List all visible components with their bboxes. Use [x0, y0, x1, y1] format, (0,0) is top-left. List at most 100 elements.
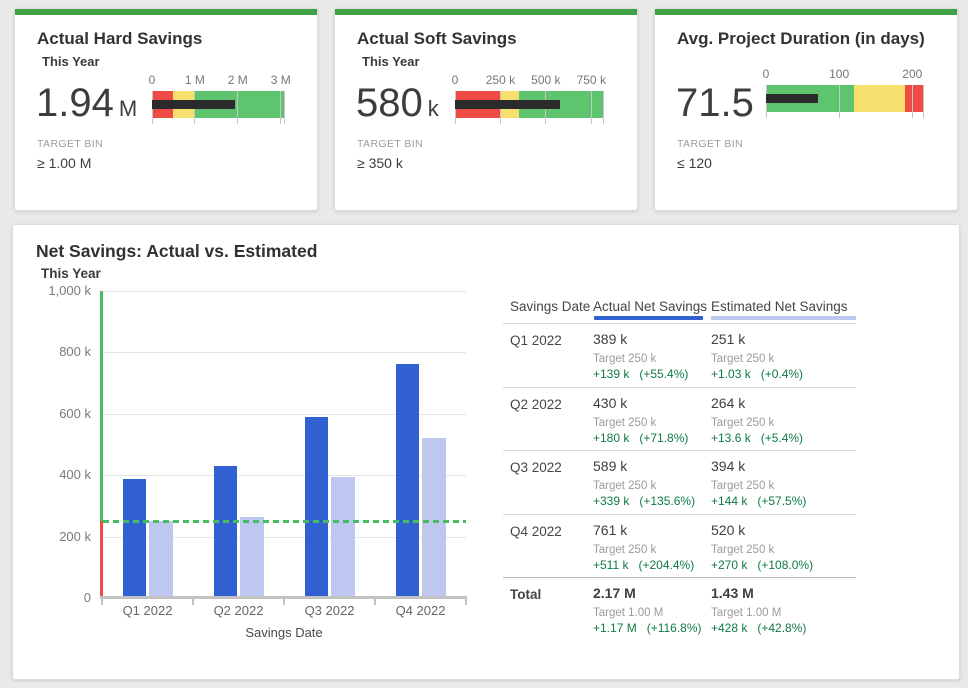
bullet-band-segment	[905, 85, 924, 112]
bar-actual-q3-2022[interactable]	[305, 417, 328, 598]
x-axis-tick	[101, 596, 103, 605]
actual-delta-percent: (+204.4%)	[638, 558, 694, 572]
kpi-card-actual-hard-savings: Actual Hard Savings This Year 1.94M 01 M…	[14, 8, 318, 211]
estimated-delta: +270 k (+108.0%)	[711, 558, 813, 572]
bullet-tick-line	[280, 91, 281, 124]
actual-target: Target 1.00 M	[593, 607, 663, 619]
actual-value: 2.17 M	[593, 585, 636, 601]
x-axis-category-label: Q1 2022	[102, 603, 193, 618]
table-header-row: Savings DateActual Net Savings Estimated …	[503, 295, 856, 323]
card-accent-strip	[15, 9, 317, 15]
kpi-value: 1.94M	[36, 81, 137, 125]
bullet-scale-end-line	[284, 91, 285, 124]
estimated-value: 520 k	[711, 522, 745, 538]
estimated-target: Target 250 k	[711, 544, 774, 556]
row-category-label: Q4 2022	[510, 524, 562, 539]
actual-delta-percent: (+135.6%)	[639, 494, 695, 508]
table-header-savings-date[interactable]: Savings Date	[510, 299, 590, 314]
bullet-tick-line	[591, 91, 592, 124]
kpi-subtitle: This Year	[362, 54, 420, 69]
estimated-target: Target 250 k	[711, 417, 774, 429]
estimated-value: 264 k	[711, 395, 745, 411]
kpi-value: 580k	[356, 81, 439, 125]
bar-actual-q2-2022[interactable]	[214, 466, 237, 598]
estimated-delta: +13.6 k(+5.4%)	[711, 431, 803, 445]
kpi-value-number: 71.5	[676, 81, 754, 125]
bar-estimated-q4-2022[interactable]	[422, 438, 446, 598]
kpi-value-number: 580	[356, 81, 423, 125]
kpi-subtitle: This Year	[42, 54, 100, 69]
y-axis-tick-label: 200 k	[21, 529, 91, 545]
actual-delta-percent: (+55.4%)	[639, 367, 688, 381]
estimated-delta-percent: (+0.4%)	[761, 367, 803, 381]
estimated-delta-value: +144 k	[711, 494, 747, 508]
bar-actual-q1-2022[interactable]	[123, 479, 146, 598]
actual-delta-value: +180 k	[593, 431, 629, 445]
target-bin-value: ≥ 1.00 M	[37, 155, 91, 171]
estimated-delta-percent: (+108.0%)	[757, 558, 813, 572]
actual-value: 589 k	[593, 458, 627, 474]
table-row[interactable]: Q3 2022 589 k Target 250 k +339 k (+135.6%) 3…	[503, 450, 856, 514]
actual-delta-value: +339 k	[593, 494, 629, 508]
gridline	[102, 291, 466, 292]
table-header-actual-net-savings[interactable]: Actual Net Savings	[593, 299, 707, 314]
bullet-band	[152, 91, 285, 118]
target-bin-value: ≤ 120	[677, 155, 712, 171]
actual-delta: +180 k(+71.8%)	[593, 431, 688, 445]
actual-value: 761 k	[593, 522, 627, 538]
y-axis-line-below-target	[100, 521, 103, 598]
bullet-tick-label: 750 k	[577, 73, 606, 87]
actual-delta: +511 k(+204.4%)	[593, 558, 694, 572]
series-color-bar-estimated	[711, 316, 856, 320]
bullet-tick-labels: 01 M2 M3 M	[152, 73, 285, 88]
estimated-delta-percent: (+42.8%)	[757, 621, 806, 635]
dashboard: Actual Hard Savings This Year 1.94M 01 M…	[0, 0, 968, 688]
y-axis-tick-label: 800 k	[21, 344, 91, 360]
row-category-label: Total	[510, 587, 541, 602]
estimated-target: Target 250 k	[711, 353, 774, 365]
y-axis-tick-label: 1,000 k	[21, 283, 91, 299]
y-axis-tick-label: 400 k	[21, 467, 91, 483]
x-axis-tick	[374, 596, 376, 605]
bullet-measure-bar	[455, 100, 560, 109]
bullet-tick-label: 200	[902, 67, 922, 81]
savings-detail-table: Savings DateActual Net Savings Estimated …	[503, 295, 856, 655]
table-row[interactable]: Q1 2022389 kTarget 250 k+139 k(+55.4%)25…	[503, 323, 856, 387]
target-bin-value: ≥ 350 k	[357, 155, 403, 171]
bullet-tick-label: 0	[452, 73, 459, 87]
estimated-delta-percent: (+5.4%)	[761, 431, 803, 445]
table-row[interactable]: Q2 2022430 kTarget 250 k+180 k(+71.8%)26…	[503, 387, 856, 451]
bar-estimated-q2-2022[interactable]	[240, 517, 264, 598]
kpi-card-avg-project-duration: Avg. Project Duration (in days) 71.5 0 10…	[654, 8, 958, 211]
actual-delta-percent: (+116.8%)	[647, 621, 702, 635]
estimated-delta-value: +270 k	[711, 558, 747, 572]
table-row[interactable]: Q4 2022 761 k Target 250 k +511 k(+204.4%) 5…	[503, 514, 856, 578]
bullet-tick-label: 2 M	[228, 73, 248, 87]
actual-target: Target 250 k	[593, 480, 656, 492]
target-bin-label: TARGET BIN	[357, 138, 423, 150]
estimated-delta-value: +1.03 k	[711, 367, 751, 381]
estimated-delta-value: +428 k	[711, 621, 747, 635]
x-axis-category-label: Q4 2022	[375, 603, 466, 618]
target-bin-label: TARGET BIN	[677, 138, 743, 150]
bar-estimated-q3-2022[interactable]	[331, 477, 355, 598]
table-header-estimated-net-savings[interactable]: Estimated Net Savings	[711, 299, 848, 314]
target-line	[103, 520, 466, 523]
actual-target: Target 250 k	[593, 353, 656, 365]
kpi-title: Avg. Project Duration (in days)	[677, 29, 925, 49]
bar-actual-q4-2022[interactable]	[396, 364, 419, 598]
estimated-value: 394 k	[711, 458, 745, 474]
kpi-card-actual-soft-savings: Actual Soft Savings This Year 580k 0250 …	[334, 8, 638, 211]
bullet-tick-label: 0	[763, 67, 770, 81]
estimated-value: 251 k	[711, 331, 745, 347]
bullet-scale-end-line	[923, 85, 924, 118]
row-category-label: Q2 2022	[510, 397, 562, 412]
table-row-total[interactable]: Total2.17 MTarget 1.00 M+1.17 M(+116.8%)…	[503, 577, 856, 641]
row-category-label: Q3 2022	[510, 460, 562, 475]
bar-estimated-q1-2022[interactable]	[149, 521, 173, 598]
y-axis-line-above-target	[100, 291, 103, 521]
bullet-tick-label: 100	[829, 67, 849, 81]
x-axis-category-label: Q2 2022	[193, 603, 284, 618]
bullet-measure-bar	[152, 100, 235, 109]
y-axis-tick-label: 600 k	[21, 406, 91, 422]
